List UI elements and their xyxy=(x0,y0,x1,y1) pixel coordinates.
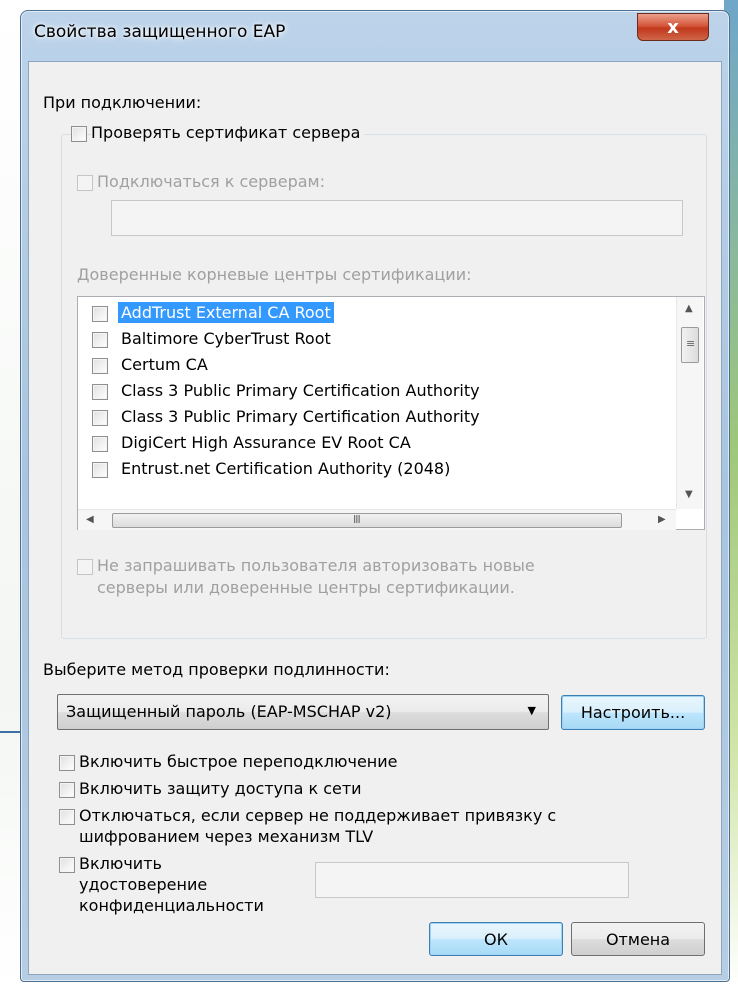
verify-cert-label: Проверять сертификат сервера xyxy=(91,123,365,142)
auth-method-value: Защищенный пароль (EAP-MSCHAP v2) xyxy=(66,702,392,721)
identity-privacy-label-line1: Включить xyxy=(79,854,162,873)
ca-name: Class 3 Public Primary Certification Aut… xyxy=(121,381,480,400)
scroll-left-icon[interactable]: ◀ xyxy=(86,514,94,525)
disconnect-tlv-label-line2: шифрованием через механизм TLV xyxy=(79,827,374,846)
dialog-client-area: При подключении: Проверять сертификат се… xyxy=(28,61,722,975)
ok-button[interactable]: ОК xyxy=(429,922,563,956)
close-icon: x xyxy=(667,16,679,38)
list-item[interactable]: AddTrust External CA Root xyxy=(78,301,658,325)
chevron-down-icon: ▼ xyxy=(527,704,536,717)
servers-input[interactable] xyxy=(111,200,683,236)
no-prompt-checkbox[interactable] xyxy=(77,559,93,575)
list-item[interactable]: Class 3 Public Primary Certification Aut… xyxy=(78,405,658,429)
ca-name: Certum CA xyxy=(121,355,208,374)
nap-checkbox[interactable] xyxy=(59,782,75,798)
vertical-scrollbar[interactable]: ▲ ≡ ▼ xyxy=(676,297,703,509)
disconnect-tlv-label-line1: Отключаться, если сервер не поддерживает… xyxy=(79,806,557,825)
configure-button[interactable]: Настроить... xyxy=(561,695,705,730)
scroll-right-icon[interactable]: ▶ xyxy=(658,514,666,525)
eap-properties-dialog: Свойства защищенного EAP x При подключен… xyxy=(20,10,730,982)
no-prompt-label-line2: серверы или доверенные центры сертификац… xyxy=(97,578,515,597)
ca-name: Entrust.net Certification Authority (204… xyxy=(121,459,451,478)
identity-privacy-checkbox[interactable] xyxy=(59,857,75,873)
list-item[interactable]: Entrust.net Certification Authority (204… xyxy=(78,457,658,481)
fast-reconnect-label: Включить быстрое переподключение xyxy=(79,752,398,771)
close-button[interactable]: x xyxy=(637,13,709,41)
list-item[interactable]: DigiCert High Assurance EV Root CA xyxy=(78,431,658,455)
vertical-scroll-thumb[interactable]: ≡ xyxy=(681,327,699,363)
nap-label: Включить защиту доступа к сети xyxy=(79,779,362,798)
identity-privacy-label-line3: конфиденциальности xyxy=(79,896,264,915)
disconnect-tlv-checkbox[interactable] xyxy=(59,809,75,825)
ca-name: DigiCert High Assurance EV Root CA xyxy=(121,433,411,452)
identity-privacy-label-line2: удостоверение xyxy=(79,875,208,894)
identity-input[interactable] xyxy=(315,862,629,898)
auth-method-select[interactable]: Защищенный пароль (EAP-MSCHAP v2) ▼ xyxy=(57,694,549,730)
window-title: Свойства защищенного EAP xyxy=(34,22,286,42)
grip-icon: III xyxy=(353,513,361,526)
horizontal-scrollbar[interactable]: ◀ III ▶ xyxy=(78,509,676,530)
no-prompt-label-line1: Не запрашивать пользователя авторизовать… xyxy=(97,556,535,575)
auth-method-heading: Выберите метод проверки подлинности: xyxy=(43,660,390,679)
verify-cert-checkbox[interactable] xyxy=(71,126,87,142)
fast-reconnect-checkbox[interactable] xyxy=(59,755,75,771)
list-item[interactable]: Certum CA xyxy=(78,353,658,377)
background-left xyxy=(0,0,22,986)
list-item[interactable]: Baltimore CyberTrust Root xyxy=(78,327,658,351)
list-item[interactable]: Class 3 Public Primary Certification Aut… xyxy=(78,379,658,403)
ca-name: Class 3 Public Primary Certification Aut… xyxy=(121,407,480,426)
ca-name: Baltimore CyberTrust Root xyxy=(121,329,331,348)
connect-servers-label: Подключаться к серверам: xyxy=(97,172,325,191)
trusted-roots-label: Доверенные корневые центры сертификации: xyxy=(77,265,472,284)
ca-name: AddTrust External CA Root xyxy=(118,302,334,323)
ca-list[interactable]: AddTrust External CA Root Baltimore Cybe… xyxy=(77,296,705,530)
grip-icon: ≡ xyxy=(686,337,695,350)
scroll-down-icon[interactable]: ▼ xyxy=(685,489,693,500)
horizontal-scroll-thumb[interactable]: III xyxy=(112,513,622,528)
connect-servers-checkbox[interactable] xyxy=(77,175,93,191)
on-connect-heading: При подключении: xyxy=(43,93,202,112)
cancel-button[interactable]: Отмена xyxy=(571,922,705,956)
scroll-up-icon[interactable]: ▲ xyxy=(685,303,693,314)
